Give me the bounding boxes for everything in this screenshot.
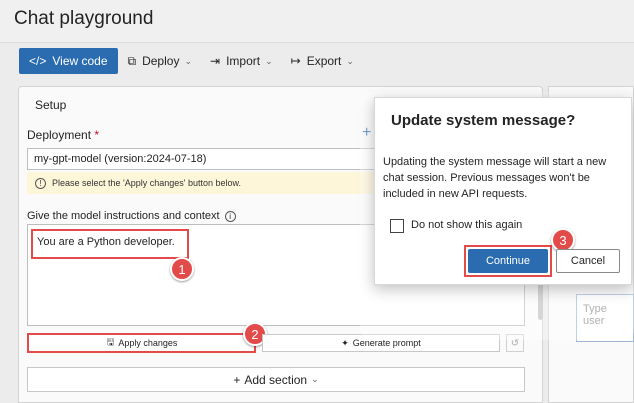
import-label: Import — [226, 54, 261, 68]
do-not-show-label[interactable]: Do not show this again — [411, 219, 522, 231]
chevron-down-icon: ⌄ — [265, 55, 273, 66]
import-icon: ⇥ — [210, 54, 221, 68]
callout-highlight-3 — [464, 245, 552, 277]
callout-highlight-1 — [31, 229, 189, 259]
deploy-button[interactable]: ⧉ Deploy ⌄ — [120, 48, 200, 74]
export-label: Export — [306, 54, 342, 68]
setup-heading: Setup — [35, 98, 67, 112]
dialog-body: Updating the system message will start a… — [383, 156, 607, 200]
callout-badge-1: 1 — [170, 257, 194, 281]
view-code-label: View code — [52, 54, 108, 68]
warning-text: Please select the 'Apply changes' button… — [52, 178, 242, 188]
do-not-show-checkbox[interactable] — [390, 219, 404, 233]
instructions-label-text: Give the model instructions and context — [27, 210, 220, 222]
deployment-label-text: Deployment — [27, 128, 92, 142]
page-title: Chat playground — [14, 8, 154, 29]
sparkle-icon: ✦ — [341, 337, 349, 348]
toolbar: </> View code ⧉ Deploy ⌄ ⇥ Import ⌄ ↦ Ex… — [14, 46, 362, 76]
deploy-label: Deploy — [142, 54, 180, 68]
callout-highlight-2 — [27, 333, 256, 353]
chevron-down-icon: ⌄ — [311, 374, 319, 384]
view-code-button[interactable]: </> View code — [19, 48, 118, 74]
dialog-title: Update system message? — [391, 112, 576, 129]
chevron-down-icon: ⌄ — [184, 55, 192, 66]
deploy-icon: ⧉ — [127, 53, 137, 68]
add-section-button[interactable]: + Add section ⌄ — [27, 367, 525, 392]
chevron-down-icon: ⌄ — [346, 55, 354, 66]
instructions-label: Give the model instructions and context … — [27, 210, 236, 222]
info-icon[interactable]: i — [224, 210, 236, 222]
required-mark: * — [94, 128, 100, 142]
code-icon: </> — [29, 54, 47, 68]
cancel-button[interactable]: Cancel — [556, 249, 620, 273]
plus-icon: + — [233, 372, 241, 387]
warning-icon: ! — [35, 177, 46, 189]
deployment-label: Deployment * — [27, 128, 99, 142]
import-button[interactable]: ⇥ Import ⌄ — [202, 48, 281, 74]
export-icon: ↦ — [290, 54, 301, 68]
export-button[interactable]: ↦ Export ⌄ — [283, 48, 362, 74]
add-section-label: Add section — [244, 372, 308, 387]
